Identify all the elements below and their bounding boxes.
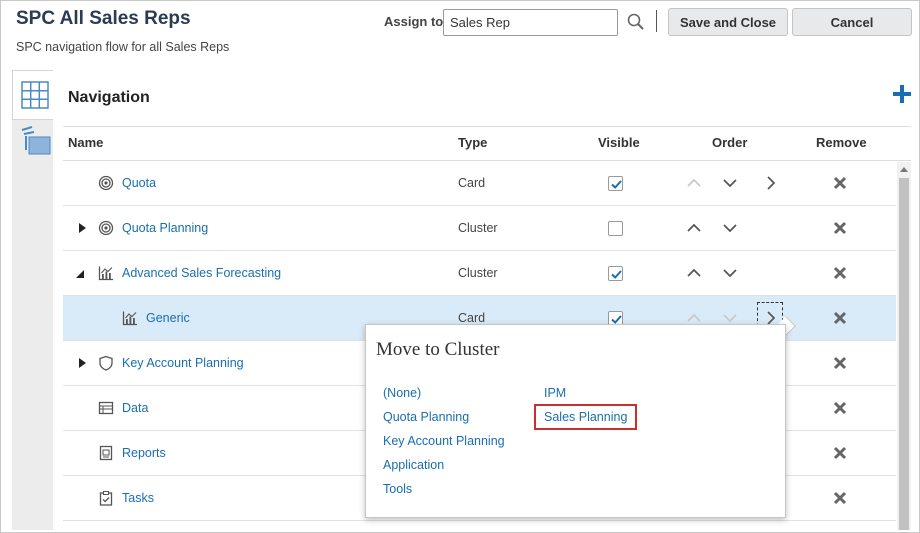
table-icon (98, 401, 114, 415)
save-and-close-button[interactable]: Save and Close (668, 8, 788, 36)
navigation-title: Navigation (68, 89, 150, 106)
remove-icon[interactable] (833, 266, 847, 280)
row-name-link[interactable]: Data (122, 386, 148, 430)
cancel-button[interactable]: Cancel (792, 8, 912, 36)
column-header-visible: Visible (598, 135, 640, 150)
row-name-link[interactable]: Quota Planning (122, 206, 208, 250)
move-down-icon[interactable] (722, 220, 738, 236)
cluster-option-none[interactable]: (None) (383, 386, 421, 400)
report-icon (99, 445, 113, 461)
shield-icon (99, 355, 113, 371)
remove-icon[interactable] (833, 221, 847, 235)
row-name-link[interactable]: Advanced Sales Forecasting (122, 251, 281, 295)
add-icon[interactable] (893, 85, 911, 103)
popup-title: Move to Cluster (376, 339, 500, 360)
move-up-icon[interactable] (686, 265, 702, 281)
scrollbar-thumb[interactable] (899, 178, 909, 530)
remove-icon[interactable] (833, 356, 847, 370)
target-icon (98, 175, 114, 191)
column-header-name: Name (68, 135, 104, 150)
move-down-icon[interactable] (722, 265, 738, 281)
row-name-link[interactable]: Generic (146, 296, 190, 340)
row-type: Cluster (458, 221, 498, 235)
move-to-cluster-icon[interactable] (763, 175, 779, 191)
table-row[interactable]: Advanced Sales Forecasting Cluster (63, 251, 896, 296)
expand-icon[interactable] (77, 358, 87, 368)
column-header-order: Order (712, 135, 748, 150)
remove-icon[interactable] (833, 311, 847, 325)
move-down-icon[interactable] (722, 175, 738, 191)
expand-icon[interactable] (77, 223, 87, 233)
column-header-type: Type (458, 135, 488, 150)
remove-icon[interactable] (833, 491, 847, 505)
clipboard-icon (99, 491, 113, 506)
assign-to-input[interactable] (443, 9, 618, 36)
cluster-option-quota-planning[interactable]: Quota Planning (383, 410, 469, 424)
remove-icon[interactable] (833, 446, 847, 460)
toolbar-divider (656, 10, 657, 32)
chart-icon (122, 311, 137, 326)
cluster-option-key-account-planning[interactable]: Key Account Planning (383, 434, 505, 448)
row-type: Cluster (458, 266, 498, 280)
row-name-link[interactable]: Quota (122, 161, 156, 205)
remove-icon[interactable] (833, 401, 847, 415)
divider (63, 126, 911, 127)
search-icon[interactable] (626, 12, 646, 32)
row-name-link[interactable]: Key Account Planning (122, 341, 244, 385)
column-header-remove: Remove (816, 135, 867, 150)
target-icon (98, 220, 114, 236)
cluster-option-application[interactable]: Application (383, 458, 444, 472)
chart-icon (98, 266, 113, 281)
visible-checkbox[interactable] (608, 266, 623, 281)
page-title: SPC All Sales Reps (16, 8, 191, 29)
row-type: Card (458, 176, 486, 190)
page-subtitle: SPC navigation flow for all Sales Reps (16, 40, 230, 54)
move-up-icon[interactable] (686, 175, 702, 191)
table-row[interactable]: Quota Card (63, 161, 896, 206)
grid-icon[interactable] (21, 81, 49, 109)
visible-checkbox[interactable] (608, 221, 623, 236)
scroll-up-icon[interactable] (899, 165, 909, 173)
remove-icon[interactable] (833, 176, 847, 190)
collapse-icon[interactable] (75, 269, 85, 279)
cluster-option-tools[interactable]: Tools (383, 482, 412, 496)
move-up-icon[interactable] (686, 220, 702, 236)
row-name-link[interactable]: Reports (122, 431, 166, 475)
table-row[interactable]: Quota Planning Cluster (63, 206, 896, 251)
cluster-option-ipm[interactable]: IPM (544, 386, 566, 400)
cards-stack-icon[interactable] (20, 126, 52, 156)
highlight-annotation (534, 404, 637, 430)
row-name-link[interactable]: Tasks (122, 476, 154, 520)
visible-checkbox[interactable] (608, 176, 623, 191)
assign-to-label: Assign to (384, 14, 444, 29)
